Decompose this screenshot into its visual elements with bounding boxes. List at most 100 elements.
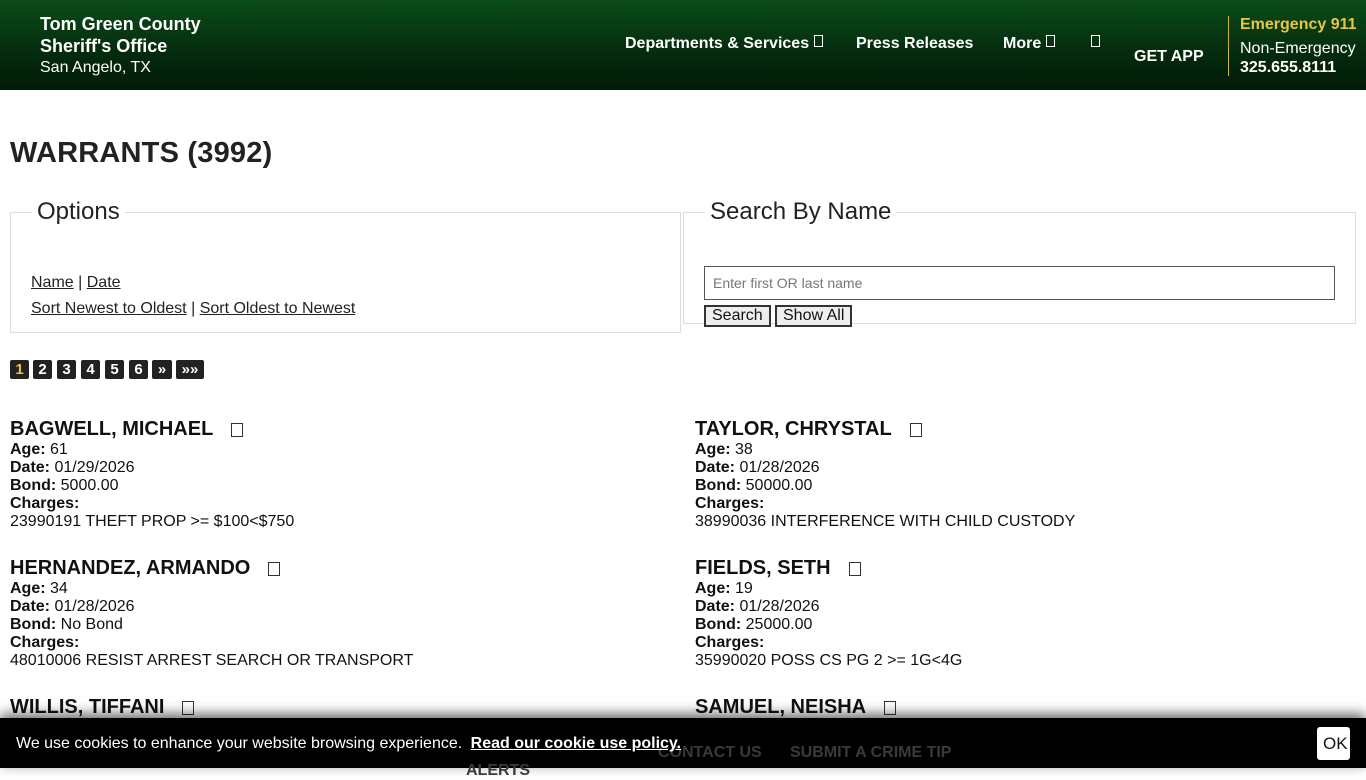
warrant-name[interactable]: FIELDS, SETH: [695, 556, 1335, 580]
warrant-bond: Bond: 5000.00: [10, 477, 650, 495]
sort-by-date-link[interactable]: Date: [87, 274, 121, 291]
age-value: 61: [50, 441, 68, 458]
page-2[interactable]: 2: [33, 360, 52, 379]
share-icon[interactable]: [909, 423, 922, 437]
date-label: Date:: [695, 459, 736, 476]
chevron-down-icon: [1046, 35, 1056, 47]
warrant-name-text: FIELDS, SETH: [695, 557, 831, 579]
warrant-bond: Bond: 25000.00: [695, 616, 1335, 634]
warrant-date: Date: 01/28/2026: [695, 598, 1335, 616]
search-legend: Search By Name: [710, 198, 892, 225]
warrant-item: FIELDS, SETH Age: 19 Date: 01/28/2026 Bo…: [695, 556, 1335, 670]
warrant-name[interactable]: TAYLOR, CHRYSTAL: [695, 417, 1335, 441]
warrant-name[interactable]: WILLIS, TIFFANI: [10, 695, 650, 719]
page-3[interactable]: 3: [57, 360, 76, 379]
non-emergency-label: Non-Emergency: [1240, 40, 1356, 57]
page-5[interactable]: 5: [105, 360, 124, 379]
page-last[interactable]: »»: [176, 360, 204, 379]
bond-label: Bond:: [10, 616, 57, 633]
separator: |: [191, 300, 196, 317]
share-icon[interactable]: [231, 423, 244, 437]
warrant-charges: 38990036 INTERFERENCE WITH CHILD CUSTODY: [695, 513, 1076, 530]
age-label: Age:: [695, 441, 731, 458]
sort-oldest-link[interactable]: Sort Oldest to Newest: [200, 300, 356, 317]
warrant-name[interactable]: HERNANDEZ, ARMANDO: [10, 556, 650, 580]
bond-label: Bond:: [10, 477, 57, 494]
share-icon[interactable]: [268, 562, 281, 576]
brand-line-2: Sheriff's Office: [40, 36, 168, 56]
warrant-bond: Bond: No Bond: [10, 616, 650, 634]
share-icon[interactable]: [884, 701, 897, 715]
bond-label: Bond:: [695, 616, 742, 633]
search-panel: Search By Name Search Show All: [683, 198, 1356, 327]
warrant-charges-label: Charges:: [695, 495, 1335, 513]
age-label: Age:: [10, 441, 46, 458]
options-legend: Options: [37, 198, 120, 225]
bond-label: Bond:: [695, 477, 742, 494]
nav-departments[interactable]: Departments & Services: [625, 35, 824, 53]
nav-more[interactable]: More: [1003, 35, 1056, 53]
page-next[interactable]: »: [152, 360, 172, 379]
name-search-input[interactable]: [704, 266, 1335, 300]
chevron-down-icon: [814, 35, 824, 47]
bond-value: 25000.00: [745, 616, 813, 633]
site-header: Tom Green County Sheriff's Office San An…: [0, 0, 1366, 90]
options-panel: Options Name | Date Sort Newest to Oldes…: [10, 198, 681, 333]
nav-more-label: More: [1003, 35, 1042, 52]
bond-value: 50000.00: [745, 477, 813, 494]
warrant-name-text: HERNANDEZ, ARMANDO: [10, 557, 251, 579]
page-4[interactable]: 4: [81, 360, 100, 379]
warrant-name-text: BAGWELL, MICHAEL: [10, 418, 214, 440]
sort-newest-link[interactable]: Sort Newest to Oldest: [31, 300, 187, 317]
date-value: 01/28/2026: [739, 459, 820, 476]
warrant-name-text: SAMUEL, NEISHA: [695, 696, 867, 718]
emergency-label[interactable]: Emergency 911: [1240, 15, 1357, 35]
warrant-charges-label: Charges:: [10, 634, 650, 652]
date-label: Date:: [10, 598, 51, 615]
bond-value: No Bond: [60, 616, 123, 633]
warrant-name[interactable]: SAMUEL, NEISHA: [695, 695, 1335, 719]
charges-label: Charges:: [10, 495, 80, 512]
warrant-name-text: WILLIS, TIFFANI: [10, 696, 165, 718]
separator: |: [78, 274, 83, 291]
page-title: WARRANTS (3992): [10, 137, 273, 169]
age-value: 19: [735, 580, 753, 597]
nav-departments-label: Departments & Services: [625, 35, 810, 52]
share-icon[interactable]: [182, 701, 195, 715]
non-emergency-phone[interactable]: 325.655.8111: [1240, 59, 1357, 77]
site-brand[interactable]: Tom Green County Sheriff's Office San An…: [40, 13, 201, 79]
warrant-charges-label: Charges:: [10, 495, 650, 513]
page-6[interactable]: 6: [129, 360, 148, 379]
cookie-policy-link[interactable]: Read our cookie use policy.: [471, 735, 681, 752]
warrant-charges-label: Charges:: [695, 634, 1335, 652]
show-all-button[interactable]: Show All: [775, 305, 853, 327]
nav-search[interactable]: [1091, 35, 1100, 53]
warrant-age: Age: 34: [10, 580, 650, 598]
search-icon: [1091, 35, 1100, 47]
footer-crime-tip-link: SUBMIT A CRIME TIP: [790, 744, 952, 761]
header-divider: [1228, 16, 1229, 76]
warrant-charges: 35990020 POSS CS PG 2 >= 1G<4G: [695, 652, 963, 669]
sort-by-name-link[interactable]: Name: [31, 274, 74, 291]
cookie-ok-button[interactable]: OK: [1317, 727, 1350, 760]
warrant-item: WILLIS, TIFFANI: [10, 695, 650, 719]
warrant-date: Date: 01/29/2026: [10, 459, 650, 477]
emergency-info: Emergency 911 Non-Emergency 325.655.8111: [1240, 15, 1357, 77]
charges-label: Charges:: [695, 634, 765, 651]
warrant-date: Date: 01/28/2026: [695, 459, 1335, 477]
brand-location: San Angelo, TX: [40, 59, 151, 76]
cookie-text: We use cookies to enhance your website b…: [16, 735, 463, 752]
warrant-name[interactable]: BAGWELL, MICHAEL: [10, 417, 650, 441]
page-1[interactable]: 1: [10, 360, 29, 379]
nav-press-releases[interactable]: Press Releases: [856, 35, 973, 53]
age-label: Age:: [10, 580, 46, 597]
share-icon[interactable]: [848, 562, 861, 576]
search-button[interactable]: Search: [704, 305, 771, 327]
footer-alerts-link: ALERTS: [466, 762, 530, 779]
get-app-link[interactable]: GET APP: [1134, 48, 1204, 66]
warrant-age: Age: 38: [695, 441, 1335, 459]
nav-press-label: Press Releases: [856, 35, 974, 52]
warrant-charges: 48010006 RESIST ARREST SEARCH OR TRANSPO…: [10, 652, 414, 669]
date-label: Date:: [10, 459, 51, 476]
warrant-age: Age: 19: [695, 580, 1335, 598]
